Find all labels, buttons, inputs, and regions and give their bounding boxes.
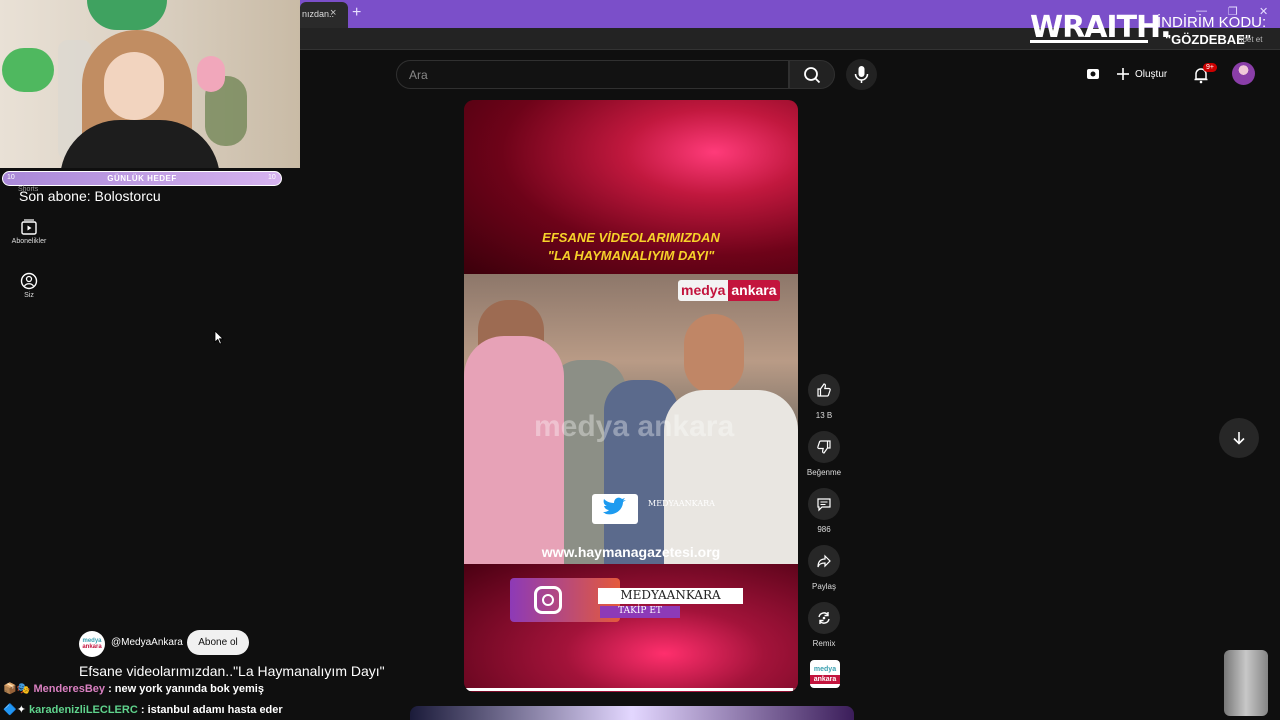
webcam-person-hat	[87, 0, 167, 30]
channel-avatar[interactable]: medya ankara	[79, 631, 105, 657]
chat-badges: 🔷✦	[3, 704, 26, 716]
create-button[interactable]: Oluştur	[1116, 64, 1167, 84]
sidebar-item-subscriptions[interactable]: Abonelikler	[8, 218, 50, 245]
browser-tab[interactable]: nızdan..	[300, 2, 348, 28]
video-overlay-title-line1: EFSANE VİDEOLARIMIZDAN	[542, 230, 720, 245]
comments-button[interactable]: 986	[808, 488, 840, 534]
video-progress-fill	[464, 688, 793, 691]
plus-icon	[1117, 68, 1129, 80]
sidebar-item-label: Siz	[24, 292, 34, 299]
channel-handle[interactable]: @MedyaAnkara	[111, 637, 183, 648]
channel-badge-line2: ankara	[810, 675, 840, 684]
promo-code-label: İNDİRİM KODU:	[1157, 14, 1267, 31]
interviewee-left	[464, 336, 564, 564]
video-watermark: medya ankara	[534, 410, 735, 443]
shorts-video-player[interactable]: EFSANE VİDEOLARIMIZDAN "LA HAYMANALIYIM …	[464, 100, 798, 692]
channel-avatar-line2: ankara	[82, 644, 102, 650]
search-input[interactable]: Ara	[396, 60, 789, 89]
sparkle-icon	[1087, 69, 1099, 79]
chat-message: 📦🎭 MenderesBey : new york yanında bok ye…	[3, 682, 264, 695]
thumbs-down-icon	[817, 440, 831, 454]
share-button[interactable]: Paylaş	[808, 545, 840, 591]
comment-count: 986	[817, 525, 831, 534]
streamer-webcam	[0, 0, 300, 168]
you-icon	[20, 272, 38, 290]
twitter-handle: MEDYAANKARA	[648, 499, 715, 508]
medya-ankara-logo: medya ankara	[678, 280, 780, 301]
tab-close-icon[interactable]: ×	[330, 7, 336, 19]
arrow-down-icon	[1233, 432, 1245, 445]
subscribe-button[interactable]: Abone ol	[187, 630, 249, 655]
next-short-preview[interactable]	[410, 706, 854, 720]
next-video-button[interactable]	[1219, 418, 1259, 458]
subscriptions-icon	[21, 219, 37, 235]
comment-icon	[817, 498, 831, 512]
webcam-plush-toy	[2, 48, 54, 92]
daily-goal-label: GÜNLÜK HEDEF	[107, 174, 177, 183]
chat-message: 🔷✦ karadenizliLECLERC : istanbul adamı h…	[3, 703, 283, 716]
promo-tail-text: nbet et	[1238, 35, 1263, 44]
remix-label: Remix	[812, 639, 836, 648]
voice-search-button[interactable]	[846, 59, 877, 90]
goal-current: 10	[7, 174, 15, 181]
instagram-icon-lens	[542, 594, 554, 606]
last-subscriber-text: Son abone: Bolostorcu	[19, 188, 161, 204]
webcam-pink-toy	[197, 56, 225, 92]
thumbs-up-icon	[817, 383, 831, 397]
sidebar-item-you[interactable]: Siz	[8, 272, 50, 299]
chat-badges: 📦🎭	[3, 683, 31, 695]
chat-text: : istanbul adamı hasta eder	[140, 704, 283, 716]
search-button[interactable]	[789, 60, 835, 89]
interviewee-right-head	[684, 314, 744, 394]
video-overlay-title-line2: "LA HAYMANALIYIM DAYI"	[547, 248, 715, 263]
remix-button[interactable]: Remix	[808, 602, 840, 648]
create-label: Oluştur	[1135, 68, 1168, 80]
channel-badge-line1: medya	[813, 666, 837, 673]
sidebar-item-label: Abonelikler	[11, 238, 47, 245]
like-button[interactable]: 13 B	[808, 374, 840, 420]
mouse-cursor-icon	[214, 330, 224, 350]
webcam-person-face	[104, 52, 164, 120]
logo-part2: ankara	[728, 280, 780, 301]
dislike-button[interactable]: Beğenme	[807, 431, 841, 477]
daily-goal-bar: GÜNLÜK HEDEF	[2, 171, 282, 186]
search-icon	[804, 67, 821, 84]
account-avatar[interactable]	[1232, 62, 1255, 85]
dislike-label: Beğenme	[806, 468, 842, 477]
sponsor-underline	[1030, 40, 1148, 43]
notification-count-badge: 9+	[1203, 63, 1217, 72]
glass-overlay-graphic	[1224, 650, 1268, 716]
share-icon	[817, 554, 831, 568]
like-count: 13 B	[815, 411, 833, 420]
video-url-text: www.haymanagazetesi.org	[541, 544, 721, 560]
twitter-icon	[592, 494, 638, 524]
remix-icon	[818, 612, 830, 624]
instagram-handle: MEDYAANKARA	[598, 588, 743, 604]
chat-username: karadenizliLECLERC	[28, 704, 138, 716]
instagram-follow-text: TAKİP ET	[600, 606, 680, 618]
channel-sound-badge[interactable]: medya ankara	[810, 660, 840, 688]
chat-text: : new york yanında bok yemiş	[108, 683, 264, 695]
ai-sparkle-button[interactable]	[1085, 66, 1101, 87]
new-tab-button[interactable]: +	[352, 4, 361, 22]
logo-part1: medya	[678, 280, 729, 301]
mic-icon	[854, 66, 869, 83]
video-title[interactable]: Efsane videolarımızdan.."La Haymanalıyım…	[79, 663, 385, 679]
chat-username: MenderesBey	[33, 683, 106, 695]
goal-target: 10	[268, 174, 276, 181]
share-label: Paylaş	[811, 582, 836, 591]
